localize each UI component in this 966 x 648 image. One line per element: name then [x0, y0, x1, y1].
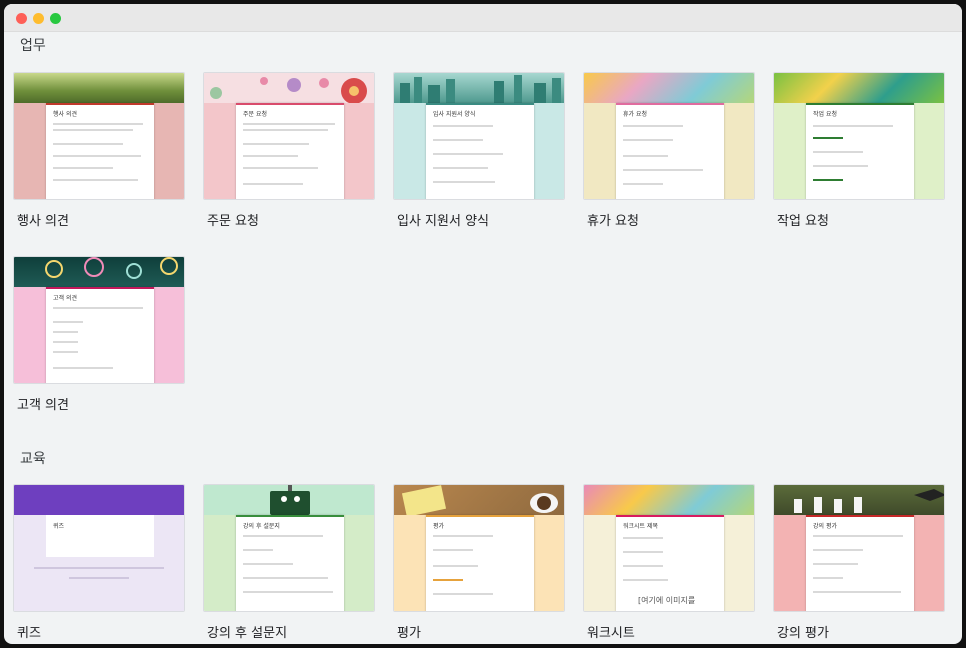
form-preview: 작업 요청 [806, 103, 914, 199]
template-label-work-request[interactable]: 작업 요청 [777, 210, 829, 229]
card-banner [204, 485, 374, 515]
card-banner [14, 257, 184, 287]
city-skyline-icon [400, 75, 561, 103]
form-preview: 고객 의견 [46, 287, 154, 383]
graduation-cap-icon [794, 489, 944, 513]
form-preview-title: 고객 의견 [53, 295, 77, 302]
card-banner [394, 485, 564, 517]
card-banner [774, 485, 944, 515]
template-label-vacation-request[interactable]: 휴가 요청 [587, 210, 639, 229]
form-preview-title: 입사 지원서 양식 [433, 111, 476, 118]
form-preview: 휴가 요청 [616, 103, 724, 199]
template-card-job-application[interactable]: 입사 지원서 양식 [393, 72, 565, 200]
card-banner [14, 485, 184, 515]
form-preview-title: 워크시트 제목 [623, 523, 659, 530]
template-label-post-lecture-survey[interactable]: 강의 후 설문지 [207, 622, 287, 641]
template-card-worksheet[interactable]: 워크시트 제목 [여기에 이미지를 [583, 484, 755, 612]
template-card-quiz[interactable]: 퀴즈 [13, 484, 185, 612]
template-label-job-application[interactable]: 입사 지원서 양식 [397, 210, 489, 229]
hiking-sign-icon [270, 485, 310, 515]
form-preview: 강의 평가 [806, 515, 914, 611]
template-card-event-feedback[interactable]: 행사 의견 [13, 72, 185, 200]
template-label-order-request[interactable]: 주문 요청 [207, 210, 259, 229]
template-card-course-evaluation[interactable]: 강의 평가 [773, 484, 945, 612]
form-preview-title: 휴가 요청 [623, 111, 647, 118]
card-banner [774, 73, 944, 103]
form-preview: 퀴즈 [46, 515, 154, 557]
card-banner [584, 485, 754, 515]
card-banner [584, 73, 754, 103]
form-preview-title: 행사 의견 [53, 111, 77, 118]
template-label-course-evaluation[interactable]: 강의 평가 [777, 622, 829, 641]
template-card-vacation-request[interactable]: 휴가 요청 [583, 72, 755, 200]
image-placeholder-text: [여기에 이미지를 [638, 596, 696, 605]
form-preview-title: 주문 요청 [243, 111, 267, 118]
form-preview: 입사 지원서 양식 [426, 103, 534, 199]
app-window: 업무 교육 행사 의견 주문 요청 입사 지원서 양식 휴가 요청 작업 요청 … [4, 4, 962, 644]
form-preview-title: 작업 요청 [813, 111, 837, 118]
template-label-event-feedback[interactable]: 행사 의견 [17, 210, 69, 229]
template-card-post-lecture-survey[interactable]: 강의 후 설문지 [203, 484, 375, 612]
template-card-order-request[interactable]: 주문 요청 [203, 72, 375, 200]
template-card-assessment[interactable]: 평가 [393, 484, 565, 612]
fireworks-icon [45, 257, 178, 279]
template-card-work-request[interactable]: 작업 요청 [773, 72, 945, 200]
template-label-assessment[interactable]: 평가 [397, 622, 421, 641]
flower-pattern-icon [210, 77, 367, 104]
title-bar [4, 4, 962, 32]
form-preview-title: 평가 [433, 523, 445, 530]
section-title-work: 업무 [20, 38, 46, 54]
minimize-window-button[interactable] [33, 13, 44, 24]
card-banner [394, 73, 564, 103]
form-preview-title: 강의 평가 [813, 523, 837, 530]
card-banner [204, 73, 374, 104]
template-card-customer-feedback[interactable]: 고객 의견 [13, 256, 185, 384]
form-preview: 주문 요청 [236, 103, 344, 199]
form-preview-title: 강의 후 설문지 [243, 523, 280, 530]
form-preview: 행사 의견 [46, 103, 154, 199]
section-title-education: 교육 [20, 451, 46, 467]
template-label-customer-feedback[interactable]: 고객 의견 [17, 394, 69, 413]
form-preview: 평가 [426, 515, 534, 611]
zoom-window-button[interactable] [50, 13, 61, 24]
form-preview: 워크시트 제목 [여기에 이미지를 [616, 515, 724, 611]
form-preview: 강의 후 설문지 [236, 515, 344, 611]
template-label-worksheet[interactable]: 워크시트 [587, 622, 635, 641]
template-label-quiz[interactable]: 퀴즈 [17, 622, 41, 641]
form-preview-title: 퀴즈 [53, 523, 65, 530]
close-window-button[interactable] [16, 13, 27, 24]
card-banner [14, 73, 184, 103]
desk-items-icon [401, 485, 558, 517]
